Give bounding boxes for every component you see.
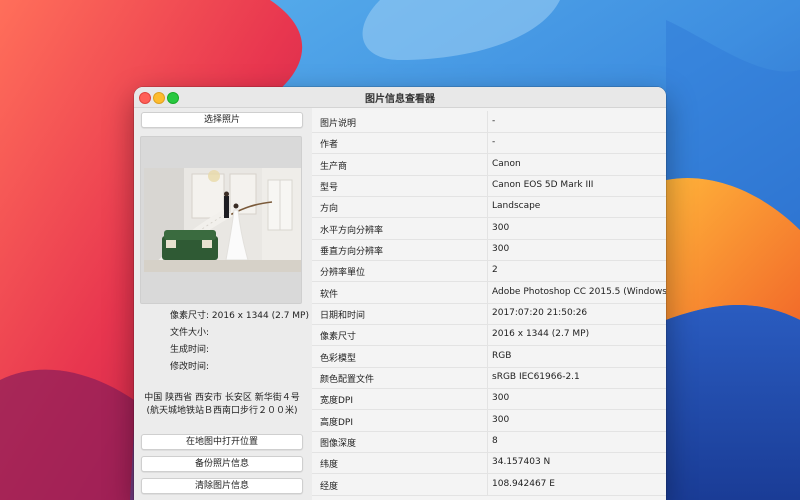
info-value: 8 [492, 436, 498, 446]
info-value: 300 [492, 393, 510, 403]
table-row[interactable]: 水平方向分辨率 300 [312, 218, 666, 240]
exif-info-table[interactable]: 图片说明 - 作者 - 生产商 Canon 型号 Canon EOS 5D Mark I… [312, 108, 666, 500]
info-key: 软件 [320, 290, 339, 300]
info-value: 34.157403 N [492, 457, 551, 467]
info-value: 300 [492, 415, 510, 425]
table-row[interactable]: 宽度DPI 300 [312, 388, 666, 410]
table-row[interactable]: 色彩模型 RGB [312, 346, 666, 368]
table-row[interactable]: 像素尺寸 2016 x 1344 (2.7 MP) [312, 324, 666, 346]
info-key: 型号 [320, 183, 339, 193]
table-row[interactable]: 纬度 34.157403 N [312, 452, 666, 474]
info-value: 108.942467 E [492, 479, 555, 489]
select-photo-button[interactable]: 选择照片 [141, 112, 303, 128]
info-value: - [492, 137, 496, 147]
table-row[interactable]: 生产商 Canon [312, 154, 666, 176]
file-size-label: 文件大小: [170, 328, 210, 338]
info-value: 2 [492, 265, 498, 275]
window-title: 图片信息查看器 [365, 94, 435, 105]
info-value: Landscape [492, 201, 541, 211]
address-line-1: 中国 陕西省 西安市 长安区 新华街４号 [144, 393, 300, 403]
table-row[interactable]: 经度 108.942467 E [312, 474, 666, 496]
info-value: Adobe Photoshop CC 2015.5 (Windows) [492, 287, 666, 297]
info-key: 颜色配置文件 [320, 375, 375, 385]
info-key: 作者 [320, 140, 339, 150]
created-time-label: 生成时间: [170, 345, 210, 355]
pixel-size-label: 像素尺寸: 2016 x 1344 (2.7 MP) [170, 311, 309, 321]
table-row[interactable]: 颜色配置文件 sRGB IEC61966-2.1 [312, 367, 666, 389]
table-row[interactable]: 日期和时间 2017:07:20 21:50:26 [312, 303, 666, 325]
info-key: 高度DPI [320, 418, 354, 428]
table-row[interactable]: 型号 Canon EOS 5D Mark III [312, 175, 666, 197]
modified-time-label: 修改时间: [170, 362, 210, 372]
table-row[interactable]: 方向 Landscape [312, 196, 666, 218]
info-key: 图片说明 [320, 119, 357, 129]
info-key: 色彩模型 [320, 354, 357, 364]
info-value: 300 [492, 244, 510, 254]
photo-preview [144, 168, 301, 272]
image-info-window: 图片信息查看器 选择照片 像素尺寸: 2016 x 1344 (2.7 MP) … [134, 87, 666, 500]
table-row[interactable]: 软件 Adobe Photoshop CC 2015.5 (Windows) [312, 282, 666, 304]
left-panel: 选择照片 像素尺寸: 2016 x 1344 (2.7 MP) 文件大小: 生成… [134, 108, 310, 500]
info-key: 生产商 [320, 162, 348, 172]
info-value: 2016 x 1344 (2.7 MP) [492, 329, 590, 339]
title-bar: 图片信息查看器 [134, 87, 666, 108]
image-preview-well[interactable] [140, 136, 302, 304]
clear-image-info-button[interactable]: 清除图片信息 [141, 478, 303, 494]
info-value: 2017:07:20 21:50:26 [492, 308, 588, 318]
address-line-2: (航天城地铁站Ｂ西南口步行２００米) [146, 406, 298, 416]
table-row[interactable]: 分辨率單位 2 [312, 260, 666, 282]
table-row[interactable]: 图片说明 - [312, 111, 666, 133]
table-row[interactable]: 高度DPI 300 [312, 410, 666, 432]
info-value: sRGB IEC61966-2.1 [492, 372, 580, 382]
info-value: - [492, 116, 496, 126]
info-key: 方向 [320, 204, 339, 214]
table-row[interactable]: 图像深度 8 [312, 431, 666, 453]
info-key: 经度 [320, 482, 339, 492]
open-in-map-button[interactable]: 在地图中打开位置 [141, 434, 303, 450]
info-key: 分辨率單位 [320, 268, 366, 278]
table-row[interactable]: 垂直方向分辨率 300 [312, 239, 666, 261]
info-value: Canon [492, 159, 521, 169]
table-row[interactable]: 作者 - [312, 132, 666, 154]
info-value: 300 [492, 223, 510, 233]
info-key: 宽度DPI [320, 396, 354, 406]
location-address: 中国 陕西省 西安市 长安区 新华街４号 (航天城地铁站Ｂ西南口步行２００米) [138, 392, 306, 418]
info-key: 垂直方向分辨率 [320, 247, 384, 257]
info-key: 像素尺寸 [320, 332, 357, 342]
info-key: 图像深度 [320, 439, 357, 449]
info-key: 纬度 [320, 460, 339, 470]
info-key: 水平方向分辨率 [320, 226, 384, 236]
info-key: 日期和时间 [320, 311, 366, 321]
backup-photo-info-button[interactable]: 备份照片信息 [141, 456, 303, 472]
info-value: Canon EOS 5D Mark III [492, 180, 594, 190]
info-value: RGB [492, 351, 512, 361]
